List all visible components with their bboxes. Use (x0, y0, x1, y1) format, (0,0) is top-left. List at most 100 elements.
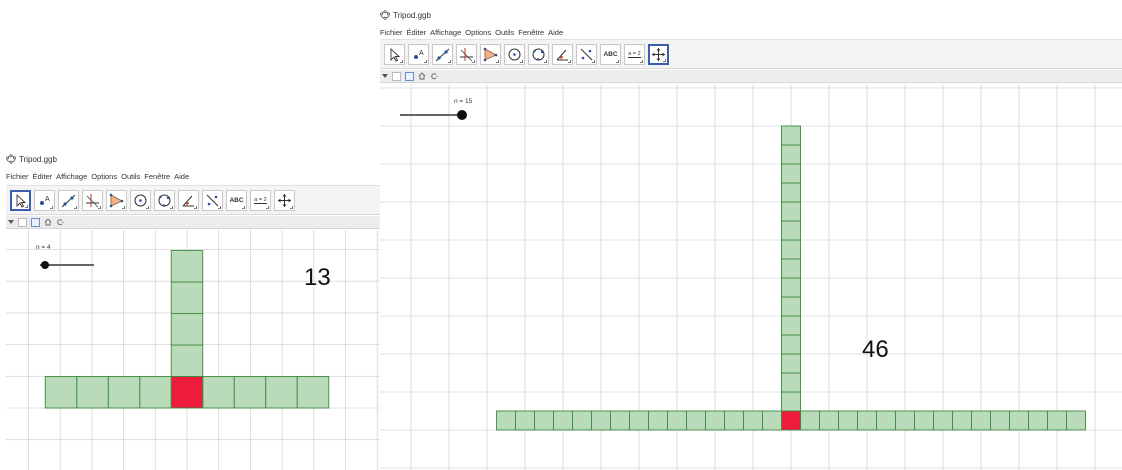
menu-options[interactable]: Options (465, 28, 491, 37)
tripod-cell-left-arm (629, 410, 649, 431)
slider-label: n = 4 (36, 244, 51, 251)
tripod-cell-left-arm (610, 410, 630, 431)
tool-button-perpendicular-line[interactable] (456, 43, 477, 65)
tool-button-conic[interactable] (528, 43, 549, 65)
geogebra-app-icon (6, 154, 16, 164)
graphics-view[interactable]: n = 15 46 (380, 84, 1122, 470)
tool-button-point[interactable]: A (34, 189, 55, 211)
tripod-cell-vertical-arm (781, 220, 801, 241)
tool-button-line[interactable] (58, 189, 79, 211)
tripod-cell-right-arm (296, 376, 330, 409)
tool-button-polygon[interactable] (480, 43, 501, 65)
tool-button-reflect[interactable] (202, 189, 223, 211)
menu-affichage[interactable]: Affichage (56, 172, 87, 181)
menu-fenetre[interactable]: Fenêtre (518, 28, 544, 37)
tripod-center-cell (170, 376, 204, 409)
tool-button-text-tool[interactable]: ABC (226, 189, 247, 211)
tool-button-move-arrow[interactable] (10, 189, 31, 211)
menu-fichier[interactable]: Fichier (380, 28, 403, 37)
tool-button-point[interactable]: A (408, 43, 429, 65)
tripod-cell-right-arm (819, 410, 839, 431)
tripod-cell-right-arm (876, 410, 896, 431)
tool-button-angle[interactable] (178, 189, 199, 211)
undo-dropdown-icon[interactable] (430, 72, 438, 80)
graphics-view[interactable]: n = 4 13 (6, 230, 380, 470)
stylebar-toggle-icon[interactable] (382, 74, 388, 78)
tool-button-circle[interactable] (504, 43, 525, 65)
tool-button-conic[interactable] (154, 189, 175, 211)
undo-dropdown-icon[interactable] (56, 218, 64, 226)
menu-fenetre[interactable]: Fenêtre (144, 172, 170, 181)
menu-outils[interactable]: Outils (495, 28, 514, 37)
tripod-cell-right-arm (971, 410, 991, 431)
menu-aide[interactable]: Aide (174, 172, 189, 181)
menu-outils[interactable]: Outils (121, 172, 140, 181)
slider-knob[interactable] (457, 110, 467, 120)
menu-fichier[interactable]: Fichier (6, 172, 29, 181)
tool-button-line[interactable] (432, 43, 453, 65)
home-icon[interactable] (44, 218, 52, 226)
tripod-cell-left-arm (553, 410, 573, 431)
tool-button-move-arrow[interactable] (384, 43, 405, 65)
tool-button-move-view[interactable] (648, 43, 669, 65)
slider-tool-icon: a = 2 (254, 196, 267, 204)
tripod-cell-vertical-arm (781, 201, 801, 222)
slider-knob[interactable] (41, 261, 49, 269)
show-grid-toggle[interactable] (405, 71, 414, 81)
text-tool-icon: ABC (229, 196, 244, 204)
show-grid-toggle[interactable] (31, 217, 40, 227)
tripod-cell-vertical-arm (781, 163, 801, 184)
tool-button-slider-tool[interactable]: a = 2 (250, 189, 271, 211)
home-icon[interactable] (418, 72, 426, 80)
slider-tool-icon: a = 2 (628, 50, 641, 58)
tripod-cell-vertical-arm (781, 296, 801, 317)
show-axes-toggle[interactable] (392, 71, 401, 81)
tripod-cell-right-arm (1028, 410, 1048, 431)
tripod-cell-left-arm (76, 376, 109, 409)
tripod-cell-right-arm (933, 410, 953, 431)
tripod-cell-left-arm (648, 410, 668, 431)
tool-button-angle[interactable] (552, 43, 573, 65)
tripod-cell-right-arm (857, 410, 877, 431)
tool-button-polygon[interactable] (106, 189, 127, 211)
tripod-cell-right-arm (265, 376, 298, 409)
tripod-cell-left-arm (534, 410, 554, 431)
menu-options[interactable]: Options (91, 172, 117, 181)
tripod-cell-vertical-arm (781, 353, 801, 374)
tripod-cell-right-arm (895, 410, 915, 431)
menu-affichage[interactable]: Affichage (430, 28, 461, 37)
svg-text:A: A (45, 196, 50, 203)
tool-button-circle[interactable] (130, 189, 151, 211)
tripod-canvas (380, 84, 1122, 470)
menu-aide[interactable]: Aide (548, 28, 563, 37)
tripod-cell-vertical-arm (781, 125, 801, 146)
tripod-cell-vertical-arm (170, 281, 204, 314)
tool-button-move-view[interactable] (274, 189, 295, 211)
stylebar-toggle-icon[interactable] (8, 220, 14, 224)
menu-bar: Fichier Éditer Affichage Options Outils … (6, 170, 189, 182)
tool-button-text-tool[interactable]: ABC (600, 43, 621, 65)
window-titlebar: Tripod.ggb (6, 152, 57, 166)
tool-button-perpendicular-line[interactable] (82, 189, 103, 211)
tripod-cell-vertical-arm (170, 250, 204, 283)
geogebra-window-small: Tripod.ggb Fichier Éditer Affichage Opti… (6, 152, 380, 470)
svg-text:A: A (419, 50, 424, 57)
style-bar (6, 216, 380, 229)
tripod-cell-left-arm (667, 410, 687, 431)
tripod-cell-left-arm (496, 410, 516, 431)
tool-button-slider-tool[interactable]: a = 2 (624, 43, 645, 65)
cell-count-text: 46 (862, 336, 889, 363)
slider-track[interactable] (400, 114, 462, 116)
menu-editer[interactable]: Éditer (407, 28, 427, 37)
tripod-cell-right-arm (233, 376, 267, 409)
slider-label: n = 15 (454, 98, 473, 105)
tripod-cell-left-arm (44, 376, 78, 409)
tripod-cell-left-arm (686, 410, 706, 431)
tripod-cell-right-arm (990, 410, 1010, 431)
show-axes-toggle[interactable] (18, 217, 27, 227)
menu-editer[interactable]: Éditer (33, 172, 53, 181)
tool-button-reflect[interactable] (576, 43, 597, 65)
tripod-cell-vertical-arm (781, 372, 801, 393)
style-bar (380, 70, 1122, 83)
tripod-cell-vertical-arm (170, 344, 204, 377)
